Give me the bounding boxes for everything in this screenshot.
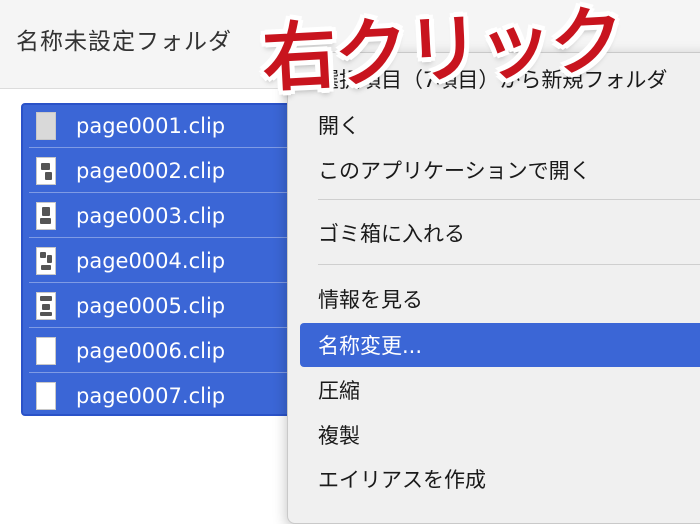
menu-item-move-to-trash[interactable]: ゴミ箱に入れる xyxy=(300,211,700,255)
file-row[interactable]: page0005.clip xyxy=(21,283,321,328)
context-menu: 選択項目（7項目）から新規フォルダ 開く このアプリケーションで開く ゴミ箱に入… xyxy=(287,52,700,524)
file-name: page0002.clip xyxy=(76,158,226,183)
menu-item-make-alias[interactable]: エイリアスを作成 xyxy=(300,457,700,501)
folder-title: 名称未設定フォルダ xyxy=(16,29,232,55)
menu-item-open-with[interactable]: このアプリケーションで開く xyxy=(300,148,700,192)
file-list: page0001.clip page0002.clip page0003.cli… xyxy=(21,103,321,418)
file-name: page0003.clip xyxy=(76,203,226,228)
file-row[interactable]: page0006.clip xyxy=(21,328,321,373)
file-thumbnail-icon xyxy=(36,381,56,410)
file-thumbnail-icon xyxy=(36,201,56,230)
menu-separator xyxy=(318,264,700,265)
file-thumbnail-icon xyxy=(36,336,56,365)
file-row[interactable]: page0003.clip xyxy=(21,193,321,238)
file-thumbnail-icon xyxy=(36,246,56,275)
file-name: page0005.clip xyxy=(76,293,226,318)
file-row[interactable]: page0002.clip xyxy=(21,148,321,193)
file-name: page0001.clip xyxy=(76,113,226,138)
file-thumbnail-icon xyxy=(36,156,56,185)
menu-item-open[interactable]: 開く xyxy=(300,103,700,147)
file-row[interactable]: page0007.clip xyxy=(21,373,321,418)
file-name: page0006.clip xyxy=(76,338,226,363)
menu-item-get-info[interactable]: 情報を見る xyxy=(300,277,700,321)
file-row[interactable]: page0004.clip xyxy=(21,238,321,283)
file-row[interactable]: page0001.clip xyxy=(21,103,321,148)
file-thumbnail-icon xyxy=(36,291,56,320)
menu-item-compress[interactable]: 圧縮 xyxy=(300,368,700,412)
file-name: page0007.clip xyxy=(76,383,226,408)
file-name: page0004.clip xyxy=(76,248,226,273)
file-thumbnail-icon xyxy=(36,111,56,140)
menu-separator xyxy=(318,199,700,200)
menu-item-duplicate[interactable]: 複製 xyxy=(300,413,700,457)
menu-item-rename[interactable]: 名称変更... xyxy=(300,323,700,367)
